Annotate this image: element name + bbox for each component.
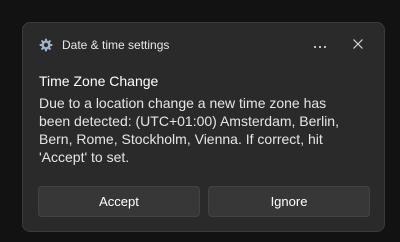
more-options-button[interactable] xyxy=(307,33,333,57)
notification-header: Date & time settings xyxy=(23,23,384,67)
notification-title: Time Zone Change xyxy=(39,73,159,89)
accept-button[interactable]: Accept xyxy=(38,186,200,217)
ignore-button[interactable]: Ignore xyxy=(208,186,370,217)
close-button[interactable] xyxy=(345,33,371,57)
gear-icon xyxy=(39,38,53,52)
app-name: Date & time settings xyxy=(62,38,170,52)
notification-toast: Date & time settings Time Zone Change Du… xyxy=(22,22,385,232)
notification-message: Due to a location change a new time zone… xyxy=(39,95,339,165)
close-icon xyxy=(353,36,363,54)
more-options-icon xyxy=(313,36,327,54)
